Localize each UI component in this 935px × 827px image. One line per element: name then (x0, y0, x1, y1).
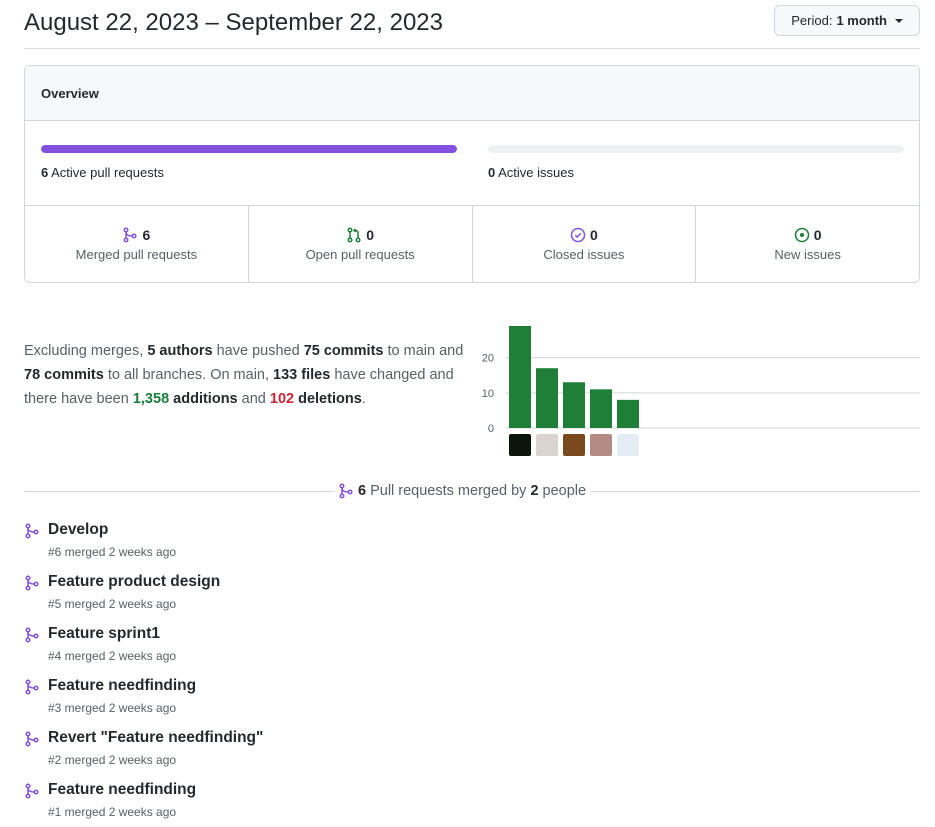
active-prs-text: Active pull requests (51, 165, 164, 180)
closed-issues-value: 0 (589, 227, 598, 243)
merged-prs-label: Merged pull requests (75, 247, 198, 262)
chart-bar (509, 326, 531, 428)
period-dropdown-button[interactable]: Period: 1 month (774, 5, 920, 36)
list-item: Feature needfinding #3 merged 2 weeks ag… (24, 675, 624, 727)
stat-new-issues[interactable]: 0 New issues (696, 206, 919, 282)
list-item: Develop #6 merged 2 weeks ago (24, 519, 624, 571)
active-issues-text: Active issues (498, 165, 575, 180)
git-merge-icon (24, 783, 40, 799)
active-prs-label: 6 Active pull requests (41, 165, 457, 180)
people-text: people (542, 483, 587, 499)
open-prs-value: 0 (366, 227, 375, 243)
avatar (509, 434, 531, 456)
pr-meta: #5 merged 2 weeks ago (48, 597, 177, 611)
pr-title-link[interactable]: Feature product design (48, 573, 220, 591)
chart-bar (563, 382, 585, 428)
avatar (590, 434, 612, 456)
active-issues-count: 0 (488, 165, 496, 180)
deletions-word: deletions (294, 391, 362, 407)
y-tick-label: 20 (482, 353, 494, 365)
people-count: 2 (530, 483, 539, 499)
merged-count: 6 (358, 483, 367, 499)
issue-closed-icon (570, 227, 586, 243)
active-prs-block[interactable]: 6 Active pull requests (41, 145, 457, 180)
merged-prs-value: 6 (142, 227, 151, 243)
chart-bar (617, 399, 639, 428)
active-issues-bar (488, 145, 904, 153)
git-merge-icon (122, 227, 138, 243)
stat-open-prs[interactable]: 0 Open pull requests (249, 206, 473, 282)
pr-title-link[interactable]: Feature needfinding (48, 677, 196, 695)
merged-by-heading: 6 Pull requests merged by 2 people (334, 481, 591, 501)
period-label: Period: (791, 13, 833, 28)
additions-word: additions (169, 391, 238, 407)
y-tick-label: 10 (482, 388, 494, 400)
active-issues-label: 0 Active issues (488, 165, 904, 180)
period-value: 1 month (836, 13, 887, 28)
pr-title-link[interactable]: Develop (48, 521, 108, 539)
pr-meta: #4 merged 2 weeks ago (48, 649, 177, 663)
stat-merged-prs[interactable]: 6 Merged pull requests (25, 206, 249, 282)
avatar (617, 434, 639, 456)
list-item: Feature sprint1 #4 merged 2 weeks ago (24, 623, 624, 675)
pr-title-link[interactable]: Feature needfinding (48, 781, 196, 799)
open-prs-label: Open pull requests (305, 247, 415, 262)
merged-by-text: Pull requests merged by (370, 483, 527, 499)
date-range-title: August 22, 2023 – September 22, 2023 (24, 9, 443, 36)
files-changed-count: 133 files (273, 367, 331, 383)
new-issues-label: New issues (774, 247, 841, 262)
deletions-count: 102 (269, 391, 295, 407)
overview-panel: Overview 6 Active pull requests 0 Active… (24, 65, 920, 283)
pr-meta: #1 merged 2 weeks ago (48, 805, 177, 819)
pr-meta: #3 merged 2 weeks ago (48, 701, 177, 715)
avatar (536, 434, 558, 456)
caret-down-icon (895, 18, 903, 23)
overview-stats: 6 Merged pull requests 0 Open pull reque… (25, 206, 919, 282)
active-prs-bar-fill (41, 145, 457, 153)
additions-count: 1,358 (132, 391, 170, 407)
list-item: Feature needfinding #1 merged 2 weeks ag… (24, 779, 624, 827)
list-item: Feature product design #5 merged 2 weeks… (24, 571, 624, 623)
avatar (563, 434, 585, 456)
commits-main-count: 75 commits (303, 343, 384, 359)
git-merge-icon (24, 523, 40, 539)
issue-opened-icon (794, 227, 810, 243)
git-pull-request-icon (346, 227, 362, 243)
git-merge-icon (24, 627, 40, 643)
activity-bars: 6 Active pull requests 0 Active issues (25, 121, 919, 206)
pr-meta: #6 merged 2 weeks ago (48, 545, 177, 559)
chart-bar (536, 368, 558, 428)
page-header: August 22, 2023 – September 22, 2023 Per… (24, 0, 920, 49)
chart-bar (590, 389, 612, 428)
git-merge-icon (24, 575, 40, 591)
commits-by-author-chart: 0 10 20 (482, 326, 920, 456)
active-prs-bar (41, 145, 457, 153)
overview-heading: Overview (25, 66, 919, 121)
closed-issues-label: Closed issues (543, 247, 625, 262)
active-prs-count: 6 (41, 165, 49, 180)
commits-all-count: 78 commits (24, 367, 104, 383)
pr-title-link[interactable]: Feature sprint1 (48, 625, 160, 643)
commit-summary: Excluding merges, 5 authors have pushed … (24, 343, 464, 407)
pr-meta: #2 merged 2 weeks ago (48, 753, 177, 767)
new-issues-value: 0 (813, 227, 822, 243)
y-tick-label: 0 (488, 423, 494, 435)
stat-closed-issues[interactable]: 0 Closed issues (473, 206, 697, 282)
git-merge-icon (338, 483, 354, 499)
authors-count: 5 authors (147, 343, 213, 359)
git-merge-icon (24, 679, 40, 695)
list-item: Revert "Feature needfinding" #2 merged 2… (24, 727, 624, 779)
merged-pr-list: Develop #6 merged 2 weeks ago Feature pr… (24, 519, 624, 827)
pr-title-link[interactable]: Revert "Feature needfinding" (48, 729, 263, 747)
git-merge-icon (24, 731, 40, 747)
active-issues-block[interactable]: 0 Active issues (488, 145, 904, 180)
